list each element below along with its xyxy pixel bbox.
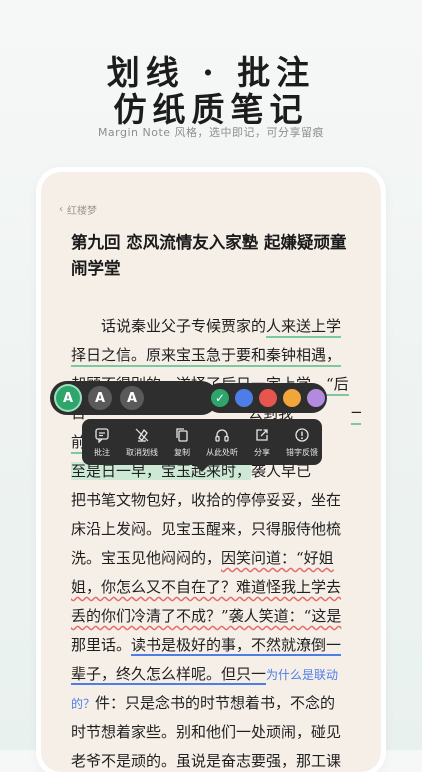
highlight-style-toolbar: A A A bbox=[50, 381, 218, 415]
listen-from-here-button[interactable]: 从此处听 bbox=[202, 427, 242, 458]
share-icon bbox=[256, 428, 268, 441]
eraser-icon bbox=[135, 428, 149, 442]
text-line: 时节想着家些。别和他们一处顽闹，碰见 bbox=[71, 718, 361, 747]
text-span: 洗。宝玉见他闷闷的， bbox=[71, 549, 222, 567]
share-button[interactable]: 分享 bbox=[242, 427, 282, 458]
text-span: 话说秦业父子专候贾家的 bbox=[71, 317, 267, 335]
color-swatch-green[interactable]: ✓ bbox=[211, 389, 229, 407]
wavy-underlined-text[interactable]: 因笑问道：“好姐 bbox=[221, 549, 334, 567]
text-line: 床沿上发闷。见宝玉醒来，只得服侍他梳 bbox=[71, 515, 361, 544]
copy-icon bbox=[176, 427, 188, 442]
text-span: 时节想着家些。别和他们一处顽闹，碰见 bbox=[71, 723, 342, 741]
action-label: 错字反馈 bbox=[286, 447, 318, 457]
selection-action-toolbar: 批注 取消划线 复制 从此处听 分享 错字反馈 bbox=[82, 419, 322, 472]
chapter-title-line2: 闹学堂 bbox=[71, 259, 121, 278]
text-line: 老爷不是顽的。虽说是奋志要强，那工课 bbox=[71, 747, 361, 772]
promo-subtitle: Margin Note 风格，选中即记，可分享留痕 bbox=[97, 126, 325, 139]
text-span: 把书笔文物包好，收拾的停停妥妥，坐在 bbox=[71, 491, 342, 509]
wavy-underlined-text[interactable]: 丢的你们冷清了不成？”袭人笑道：“这是 bbox=[71, 607, 341, 625]
text-line: 把书笔文物包好，收拾的停停妥妥，坐在 bbox=[71, 486, 361, 515]
color-swatch-orange[interactable] bbox=[283, 389, 301, 407]
color-swatch-blue[interactable] bbox=[235, 389, 253, 407]
typo-feedback-button[interactable]: 错字反馈 bbox=[282, 427, 322, 458]
color-picker-toolbar: ✓ bbox=[205, 383, 327, 413]
check-icon: ✓ bbox=[214, 391, 226, 405]
underline-style-button[interactable]: A bbox=[88, 386, 112, 410]
text-span: 床沿上发闷。见宝玉醒来，只得服侍他梳 bbox=[71, 520, 342, 538]
remove-underline-button[interactable]: 取消划线 bbox=[122, 427, 162, 458]
underlined-text[interactable]: 一同 bbox=[351, 404, 361, 425]
reader-screen: ‹ 红楼梦 第九回 恋风流情友入家塾 起嫌疑顽童 闹学堂 话说秦业父子专候贾家的… bbox=[41, 172, 381, 772]
text-span: 件：只是念书的时节想着书，不念的 bbox=[95, 694, 336, 712]
blue-underlined-text[interactable]: 辈子，终久怎么样呢。但只一 bbox=[71, 665, 267, 685]
text-line: 洗。宝玉见他闷闷的，因笑问道：“好姐 bbox=[71, 544, 361, 573]
alert-circle-icon bbox=[295, 427, 309, 442]
text-line: 那里话。读书是极好的事，不然就潦倒一 bbox=[71, 631, 361, 660]
action-label: 分享 bbox=[254, 447, 270, 457]
chapter-title: 第九回 恋风流情友入家塾 起嫌疑顽童 闹学堂 bbox=[71, 230, 361, 282]
comment-icon bbox=[95, 427, 109, 443]
chevron-left-icon: ‹ bbox=[59, 204, 63, 215]
underlined-text[interactable]: 择日之信。原来宝玉急于要和秦钟相遇， bbox=[71, 346, 342, 367]
action-label: 复制 bbox=[174, 447, 190, 457]
blue-underlined-text[interactable]: 读书是极好的事，不然就潦倒一 bbox=[131, 636, 342, 656]
color-swatch-red[interactable] bbox=[259, 389, 277, 407]
text-line: 择日之信。原来宝玉急于要和秦钟相遇， bbox=[71, 341, 361, 370]
action-label: 取消划线 bbox=[126, 447, 158, 457]
chapter-title-line1: 第九回 恋风流情友入家塾 起嫌疑顽童 bbox=[71, 233, 347, 252]
text-span: 那里话。 bbox=[71, 636, 132, 654]
action-label: 批注 bbox=[94, 447, 110, 457]
color-swatch-purple[interactable] bbox=[307, 389, 325, 407]
annotate-button[interactable]: 批注 bbox=[82, 427, 122, 458]
wavy-style-button[interactable]: A bbox=[120, 386, 144, 410]
book-title-label: 红楼梦 bbox=[67, 206, 97, 217]
wavy-underlined-text[interactable]: 姐，你怎么又不自在了？难道怪我上学去 bbox=[71, 578, 341, 596]
text-line: 丢的你们冷清了不成？”袭人笑道：“这是 bbox=[71, 602, 361, 631]
action-label: 从此处听 bbox=[206, 447, 238, 457]
text-line: 辈子，终久怎么样呢。但只一为什么是联动 bbox=[71, 660, 361, 689]
underlined-text[interactable]: 人来送上学 bbox=[266, 317, 342, 338]
copy-button[interactable]: 复制 bbox=[162, 427, 202, 458]
annotation-note[interactable]: 为什么是联动 bbox=[266, 668, 338, 682]
annotation-note[interactable]: 的？ bbox=[71, 697, 95, 711]
text-line: 话说秦业父子专候贾家的人来送上学 bbox=[71, 312, 361, 341]
text-line: 姐，你怎么又不自在了？难道怪我上学去 bbox=[71, 573, 361, 602]
headphones-icon bbox=[215, 428, 229, 442]
text-line: 的？件：只是念书的时节想着书，不念的 bbox=[71, 689, 361, 718]
text-span: 老爷不是顽的。虽说是奋志要强，那工课 bbox=[71, 752, 342, 770]
highlight-style-button[interactable]: A bbox=[56, 386, 80, 410]
back-button[interactable]: ‹ 红楼梦 bbox=[59, 202, 97, 217]
